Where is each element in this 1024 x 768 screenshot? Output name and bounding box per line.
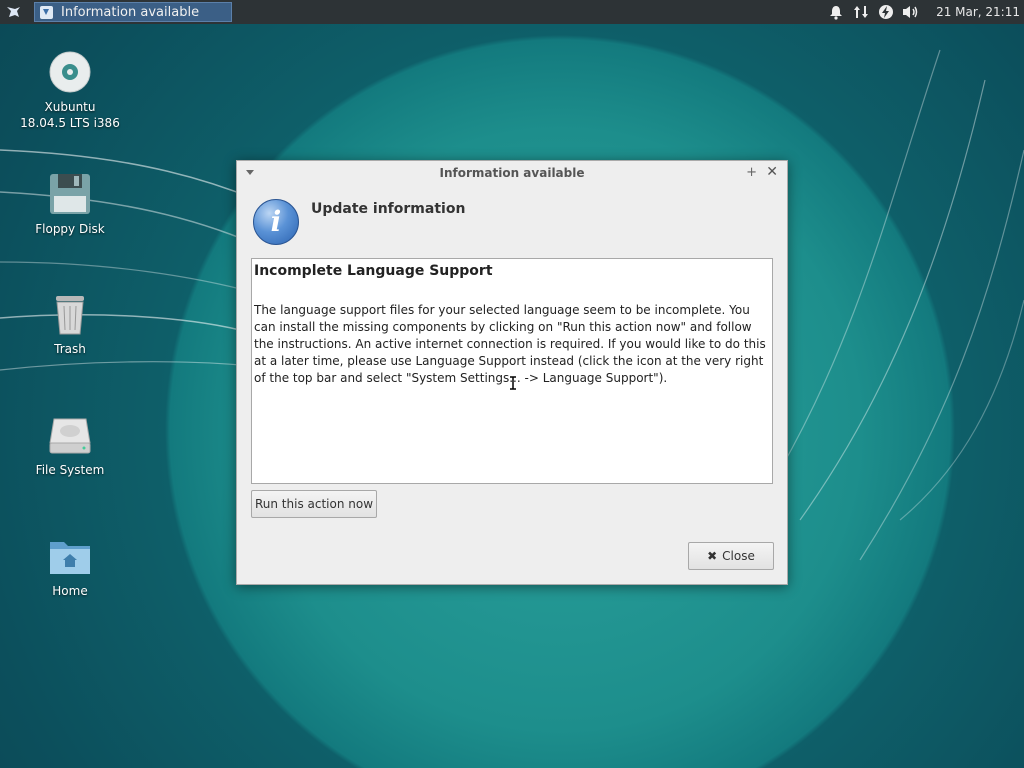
- close-button[interactable]: ✖ Close: [688, 542, 774, 570]
- desktop-icon-label: Trash: [54, 342, 86, 356]
- desktop-icon-file-system[interactable]: File System: [15, 411, 125, 478]
- network-arrows-icon[interactable]: [851, 0, 871, 24]
- message-textbox[interactable]: Incomplete Language Support The language…: [251, 258, 773, 484]
- window-close-icon[interactable]: ✕: [766, 164, 778, 180]
- stick-window-icon[interactable]: +: [746, 165, 757, 180]
- top-panel: Information available 21 Mar, 21:11: [0, 0, 1024, 24]
- message-body: The language support files for your sele…: [254, 303, 766, 385]
- download-info-icon: [40, 5, 53, 19]
- dialog-title: Information available: [439, 166, 585, 180]
- run-action-button[interactable]: Run this action now: [251, 490, 377, 518]
- taskbar-window-button[interactable]: Information available: [34, 2, 232, 22]
- close-x-icon: ✖: [707, 549, 718, 563]
- dialog-titlebar[interactable]: Information available + ✕: [237, 161, 787, 185]
- desktop-icon-trash[interactable]: Trash: [15, 290, 125, 357]
- volume-speaker-icon[interactable]: [901, 0, 921, 24]
- ibeam-cursor-icon: [510, 376, 516, 390]
- desktop-icon-floppy-disk[interactable]: Floppy Disk: [15, 170, 125, 237]
- home-folder-icon: [46, 532, 94, 580]
- message-title: Incomplete Language Support: [254, 263, 493, 279]
- xfce-mouse-icon: [7, 7, 20, 17]
- harddrive-icon: [46, 411, 94, 459]
- cd-disc-icon: [46, 48, 94, 96]
- desktop-icon-xubuntu-disc[interactable]: Xubuntu 18.04.5 LTS i386: [15, 48, 125, 131]
- desktop-icon-label: Floppy Disk: [35, 222, 105, 236]
- clock[interactable]: 21 Mar, 21:11: [936, 5, 1020, 19]
- trash-icon: [46, 290, 94, 338]
- close-button-label: Close: [722, 549, 755, 563]
- floppy-icon: [46, 170, 94, 218]
- desktop-icon-label: Home: [52, 584, 88, 598]
- info-icon: i: [253, 199, 299, 245]
- system-tray: 21 Mar, 21:11: [826, 0, 1024, 24]
- desktop-icon-label: File System: [35, 463, 105, 477]
- desktop-icon-label: Xubuntu 18.04.5 LTS i386: [20, 100, 120, 130]
- desktop-icon-home[interactable]: Home: [15, 532, 125, 599]
- run-action-label: Run this action now: [254, 497, 374, 511]
- whisker-menu-button[interactable]: [0, 0, 26, 24]
- notification-bell-icon[interactable]: [826, 0, 846, 24]
- taskbar-window-title: Information available: [61, 4, 200, 20]
- power-lightning-icon[interactable]: [876, 0, 896, 24]
- information-dialog: Information available + ✕ i Update infor…: [236, 160, 788, 585]
- dialog-header: Update information: [311, 201, 466, 217]
